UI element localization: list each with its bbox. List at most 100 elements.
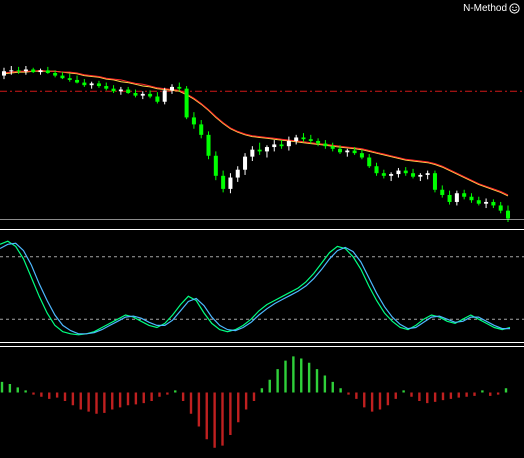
histogram-bar — [260, 388, 264, 393]
histogram-bar — [504, 388, 508, 393]
histogram-bar — [237, 392, 240, 423]
indicator-name: N-Method — [463, 3, 507, 14]
candle-body — [82, 82, 87, 86]
candle-body — [337, 148, 343, 153]
histogram-bar — [347, 392, 350, 395]
candle-body — [505, 210, 511, 219]
candle-body — [23, 69, 28, 72]
candle-body — [272, 144, 277, 148]
candle-body — [118, 89, 123, 92]
candle-body — [389, 174, 394, 176]
histogram-bar — [103, 392, 106, 413]
histogram-bar — [55, 392, 59, 398]
histogram-bar — [166, 392, 169, 395]
candle-body — [148, 93, 153, 97]
candle-body — [96, 83, 101, 87]
candle-body — [294, 137, 299, 141]
candle-body — [235, 169, 240, 178]
histogram-bar — [481, 390, 484, 393]
candle-body — [484, 201, 489, 204]
candle-body — [162, 90, 167, 102]
histogram-bar — [126, 392, 130, 406]
candle-body — [191, 117, 196, 125]
histogram-bar — [449, 392, 453, 399]
histogram-bar — [441, 392, 445, 401]
candle-body — [89, 83, 94, 86]
candle-body — [425, 173, 430, 175]
histogram-bar — [244, 392, 248, 410]
histogram-bar — [87, 392, 90, 412]
histogram-bar — [300, 358, 303, 393]
candle-body — [462, 193, 467, 197]
candle-body — [67, 78, 72, 80]
candle-body — [316, 140, 321, 144]
candle-body — [199, 124, 204, 135]
oscillator-line-1 — [0, 240, 511, 336]
candle-body — [396, 170, 401, 175]
histogram-bar — [142, 392, 145, 404]
candle-body — [491, 201, 496, 206]
histogram-bar — [205, 392, 208, 440]
candle-body — [140, 93, 145, 96]
histogram-bar — [158, 392, 161, 397]
candle-body — [257, 149, 262, 152]
candle-body — [418, 174, 423, 177]
histogram-bar — [323, 375, 327, 393]
candle-body — [345, 150, 350, 153]
histogram-bar — [292, 356, 295, 393]
candle-body — [31, 69, 36, 73]
candle-body — [279, 144, 284, 147]
candle-body — [213, 155, 218, 176]
candle-body — [133, 93, 138, 96]
histogram-bar — [489, 392, 492, 396]
histogram-bar — [221, 392, 224, 446]
candle-body — [264, 147, 269, 152]
histogram-bar — [276, 369, 279, 393]
candle-body — [447, 194, 452, 202]
histogram-bar — [433, 392, 437, 402]
histogram-bar — [213, 392, 216, 448]
histogram-bar — [426, 392, 429, 404]
indicator-label: N-Method — [463, 3, 520, 14]
histogram-bar — [48, 392, 51, 399]
histogram-bar — [0, 381, 4, 393]
histogram-bar — [252, 392, 256, 401]
histogram-bar — [496, 392, 500, 395]
candle-body — [104, 86, 109, 89]
candle-body — [111, 88, 116, 92]
histogram-bar — [473, 392, 476, 396]
histogram-bar — [355, 392, 358, 399]
histogram-bar — [16, 387, 19, 393]
histogram-bar — [32, 392, 35, 395]
candle-body — [243, 156, 248, 170]
histogram-bar — [8, 384, 12, 393]
candle-body — [38, 70, 43, 73]
smiley-icon — [509, 3, 520, 14]
histogram-bar — [307, 362, 311, 393]
histogram-bar — [118, 392, 122, 408]
histogram-bar — [315, 369, 319, 393]
histogram-bar — [339, 388, 342, 393]
candle-body — [177, 86, 182, 89]
candle-body — [330, 146, 335, 149]
candle-body — [250, 149, 255, 157]
candle-body — [184, 88, 189, 118]
candle-body — [9, 70, 14, 72]
histogram-bar — [331, 381, 334, 393]
candle-body — [454, 193, 459, 202]
histogram-bar — [71, 392, 75, 406]
candle-body — [155, 96, 160, 102]
histogram-bar — [418, 392, 421, 401]
candle-body — [286, 140, 291, 147]
moving-average-line-1 — [3, 70, 509, 197]
histogram-bar — [386, 392, 390, 406]
candle-body — [367, 157, 372, 167]
histogram-bar — [457, 392, 460, 398]
moving-average-line-2 — [3, 69, 509, 196]
histogram-bar — [181, 392, 185, 401]
histogram-bar — [229, 392, 232, 435]
histogram-bar — [174, 390, 177, 393]
candle-body — [228, 177, 233, 189]
candle-body — [75, 79, 80, 83]
histogram-bar — [394, 392, 397, 399]
